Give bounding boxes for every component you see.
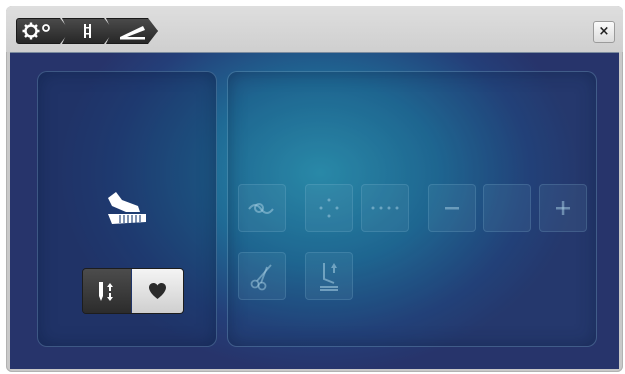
- function-panel: [227, 71, 597, 347]
- needle-up-down-icon: [99, 282, 113, 301]
- foot-control-icon: [107, 19, 157, 43]
- heart-icon: [149, 283, 166, 299]
- needle-icon: [63, 19, 113, 43]
- close-button[interactable]: ×: [593, 21, 615, 43]
- presser-foot-button[interactable]: [305, 252, 353, 300]
- plus-icon: [556, 201, 570, 215]
- value-display-button[interactable]: [483, 184, 531, 232]
- foot-control-panel: [37, 71, 217, 347]
- foot-pedal-icon: [108, 192, 146, 224]
- presser-foot-up-icon: [320, 263, 338, 291]
- dots-row-button[interactable]: [361, 184, 409, 232]
- breadcrumb-setup[interactable]: [16, 18, 70, 44]
- dots-cross-button[interactable]: [305, 184, 353, 232]
- scissors-button[interactable]: [238, 252, 286, 300]
- app-window: ×: [6, 6, 623, 372]
- plus-button[interactable]: [539, 184, 587, 232]
- dots-cross-icon: [319, 198, 339, 218]
- needle-mode-toggle: [82, 268, 184, 314]
- thread-knot-icon: [248, 203, 274, 214]
- scissors-icon: [250, 264, 272, 291]
- toggle-needle-up-down[interactable]: [83, 269, 131, 313]
- main-canvas: [10, 52, 619, 369]
- gear-setup-icon: [17, 19, 69, 43]
- thread-knot-button[interactable]: [238, 184, 286, 232]
- breadcrumb-foot-control[interactable]: [106, 18, 158, 44]
- dots-row-icon: [371, 206, 399, 210]
- blank-icon: [484, 185, 530, 231]
- toggle-favorite[interactable]: [132, 269, 183, 313]
- minus-icon: [445, 207, 459, 210]
- top-bar: ×: [6, 6, 623, 52]
- breadcrumb-needle[interactable]: [62, 18, 114, 44]
- minus-button[interactable]: [428, 184, 476, 232]
